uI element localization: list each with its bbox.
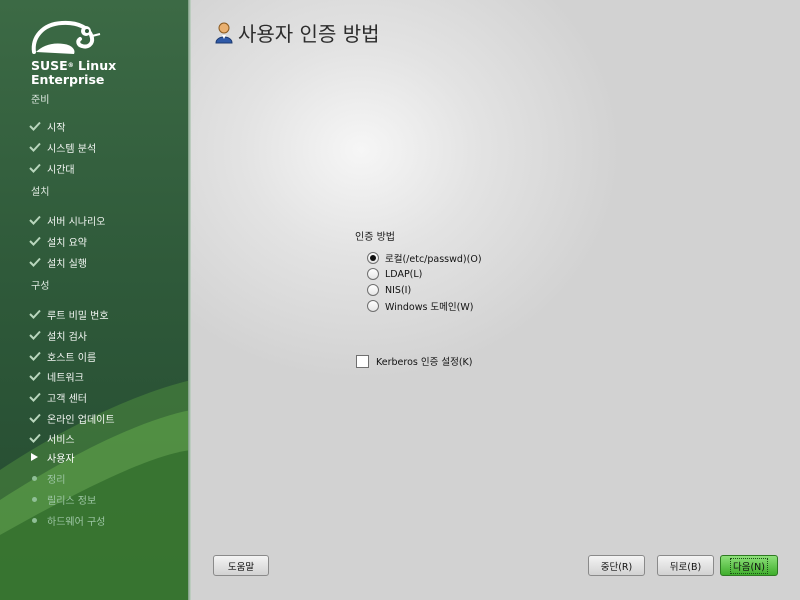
sidebar-step-label: 고객 센터 [47,393,87,405]
sidebar-step-network: 네트워크 [29,368,84,384]
checkmark-icon [29,163,47,173]
brand-text: SUSE® Linux Enterprise [31,59,116,87]
checkmark-icon [29,215,47,225]
brand-linux: Linux [73,58,117,73]
sidebar-step-install-summary: 설치 요약 [29,233,87,249]
page-header: 사용자 인증 방법 [215,18,380,47]
kerberos-checkbox-row[interactable]: Kerberos 인증 설정(K) [356,354,472,368]
pending-bullet-icon [29,496,47,502]
checkmark-icon [29,309,47,319]
checkmark-icon [29,257,47,267]
section-header-install: 설치 [31,187,50,198]
sidebar-step-label: 시스템 분석 [47,143,97,155]
next-button[interactable]: 다음(N) [720,555,778,576]
sidebar-step-label: 네트워크 [47,372,84,384]
checkmark-icon [29,142,47,152]
sidebar-step-label: 루트 비밀 번호 [47,310,109,322]
current-step-arrow-icon [29,452,47,462]
radio-windows-domain-indicator[interactable] [367,300,379,312]
radio-local[interactable]: 로컬(/etc/passwd)(O) [367,251,482,265]
sidebar-step-label: 서버 시나리오 [47,216,106,228]
sidebar-step-timezone: 시간대 [29,160,75,176]
sidebar-step-install-run: 설치 실행 [29,254,87,270]
abort-button[interactable]: 중단(R) [588,555,645,576]
radio-local-label[interactable]: 로컬(/etc/passwd)(O) [385,251,482,265]
suse-chameleon-logo-icon [31,20,101,54]
brand-suse: SUSE [31,58,68,73]
sidebar-step-label: 릴리스 정보 [47,495,97,507]
sidebar-step-cleanup: 정리 [29,470,65,486]
checkmark-icon [29,236,47,246]
checkmark-icon [29,392,47,402]
sidebar-step-label: 정리 [47,474,66,486]
pending-bullet-icon [29,517,47,523]
checkmark-icon [29,371,47,381]
sidebar-step-server-scenario: 서버 시나리오 [29,212,105,228]
radio-ldap-indicator[interactable] [367,268,379,280]
sidebar-step-root-password: 루트 비밀 번호 [29,306,109,322]
sidebar-step-label: 시간대 [47,164,75,176]
auth-method-group-label: 인증 방법 [355,232,395,243]
radio-nis-label[interactable]: NIS(I) [385,285,411,296]
checkmark-icon [29,330,47,340]
sidebar-step-online-update: 온라인 업데이트 [29,410,115,426]
sidebar-step-label: 서비스 [47,434,75,446]
radio-ldap[interactable]: LDAP(L) [367,267,422,281]
sidebar-step-hardware-config: 하드웨어 구성 [29,512,105,528]
radio-windows-domain[interactable]: Windows 도메인(W) [367,299,473,313]
sidebar-swoosh-decoration [0,380,191,600]
checkmark-icon [29,433,47,443]
checkmark-icon [29,121,47,131]
radio-nis[interactable]: NIS(I) [367,283,411,297]
sidebar-step-hostname: 호스트 이름 [29,348,96,364]
checkmark-icon [29,351,47,361]
pending-bullet-icon [29,475,47,481]
sidebar-step-services: 서비스 [29,430,75,446]
sidebar-step-customer-center: 고객 센터 [29,389,87,405]
sidebar-step-release-notes: 릴리스 정보 [29,491,96,507]
radio-windows-domain-label[interactable]: Windows 도메인(W) [385,299,473,313]
sidebar-step-label: 호스트 이름 [47,352,97,364]
back-button[interactable]: 뒤로(B) [657,555,714,576]
section-header-prep: 준비 [31,95,50,106]
sidebar-step-start: 시작 [29,118,65,134]
sidebar-step-label: 하드웨어 구성 [47,516,106,528]
help-button[interactable]: 도움말 [213,555,269,576]
sidebar-step-install-check: 설치 검사 [29,327,87,343]
sidebar-step-label: 시작 [47,122,66,134]
radio-local-indicator[interactable] [367,252,379,264]
kerberos-checkbox-label[interactable]: Kerberos 인증 설정(K) [376,354,472,368]
sidebar-step-system-analysis: 시스템 분석 [29,139,96,155]
radio-nis-indicator[interactable] [367,284,379,296]
sidebar-step-label: 설치 실행 [47,258,87,270]
next-button-label[interactable]: 다음(N) [730,557,768,574]
sidebar: SUSE® Linux Enterprise 준비 설치 구성 시작시스템 분석… [0,0,191,600]
sidebar-step-label: 사용자 [47,453,75,465]
main-panel: 사용자 인증 방법 인증 방법 로컬(/etc/passwd)(O) LDAP(… [191,0,800,600]
kerberos-checkbox[interactable] [356,354,369,368]
sidebar-step-label: 설치 요약 [47,237,87,249]
user-icon [215,22,233,43]
page-title: 사용자 인증 방법 [238,22,380,46]
section-header-config: 구성 [31,281,50,292]
brand-enterprise: Enterprise [31,72,105,87]
sidebar-step-users: 사용자 [29,449,75,465]
radio-ldap-label[interactable]: LDAP(L) [385,269,422,280]
sidebar-step-label: 온라인 업데이트 [47,414,115,426]
sidebar-step-label: 설치 검사 [47,331,87,343]
checkmark-icon [29,413,47,423]
